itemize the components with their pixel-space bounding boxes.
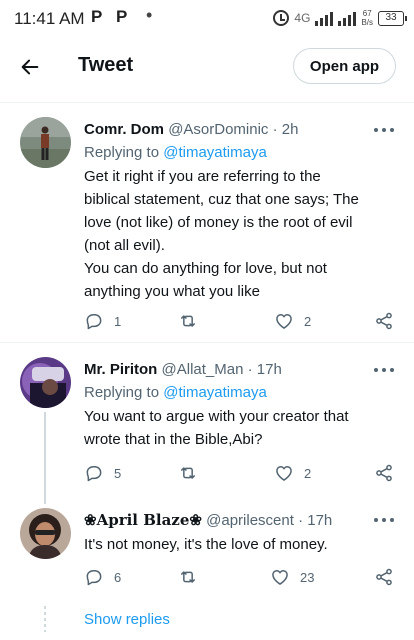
top-header: Tweet Open app bbox=[0, 36, 414, 98]
reply-tweet[interactable]: Comr. Dom @AsorDominic · 2h Replying to … bbox=[0, 117, 414, 340]
like-count: 23 bbox=[300, 569, 315, 585]
share-button[interactable] bbox=[374, 310, 394, 332]
tweet-header: ❀April Blaze❀ @aprilescent · 17h bbox=[84, 510, 332, 531]
more-options-icon[interactable] bbox=[374, 120, 394, 140]
status-indicators: 4G 67 B/s 33 bbox=[273, 6, 407, 30]
reply-count: 6 bbox=[114, 569, 122, 585]
mention-link[interactable]: @timayatimaya bbox=[163, 144, 267, 161]
status-time: 11:41 AM bbox=[14, 9, 85, 28]
like-button[interactable]: 2 bbox=[274, 310, 311, 332]
retweet-button[interactable] bbox=[178, 310, 208, 332]
tweet-text-line: love (not like) of money is the root of … bbox=[84, 214, 353, 231]
reply-icon bbox=[86, 570, 102, 586]
reply-icon bbox=[86, 314, 102, 330]
tweet-text-line: anything you what you like bbox=[84, 283, 260, 300]
reply-icon bbox=[86, 466, 102, 482]
more-options-icon[interactable] bbox=[374, 510, 394, 530]
reply-count: 1 bbox=[114, 313, 122, 329]
avatar[interactable] bbox=[20, 508, 71, 559]
replying-to: Replying to @timayatimaya bbox=[84, 383, 267, 403]
alarm-icon bbox=[273, 10, 290, 26]
avatar[interactable] bbox=[20, 117, 71, 168]
display-name[interactable]: Mr. Piriton bbox=[84, 361, 157, 378]
tweet-text-line: biblical statement, cuz that one says; T… bbox=[84, 191, 359, 208]
tweet-header: Mr. Piriton @Allat_Man · 17h bbox=[84, 360, 282, 380]
retweet-button[interactable] bbox=[178, 566, 208, 588]
timestamp[interactable]: 2h bbox=[282, 121, 299, 138]
timestamp[interactable]: 17h bbox=[257, 361, 282, 378]
tweet-text-line: It's not money, it's the love of money. bbox=[84, 536, 328, 553]
tweet-actions: 1 2 bbox=[84, 310, 394, 332]
tweet-text-line: You can do anything for love, but not bbox=[84, 260, 327, 277]
heart-icon bbox=[272, 570, 288, 585]
reply-tweet[interactable]: Mr. Piriton @Allat_Man · 17h Replying to… bbox=[0, 357, 414, 490]
retweet-icon bbox=[181, 315, 195, 327]
display-name[interactable]: Comr. Dom bbox=[84, 121, 164, 138]
divider bbox=[0, 342, 414, 343]
signal-icon bbox=[338, 10, 357, 26]
tweet-text: Get it right if you are referring to the… bbox=[84, 165, 394, 303]
back-arrow-icon[interactable] bbox=[19, 56, 41, 78]
reply-count: 5 bbox=[114, 465, 122, 481]
share-icon bbox=[376, 568, 392, 586]
username[interactable]: @AsorDominic bbox=[168, 121, 268, 138]
tweet-header: Comr. Dom @AsorDominic · 2h bbox=[84, 120, 298, 140]
avatar[interactable] bbox=[20, 357, 71, 408]
retweet-icon bbox=[181, 571, 195, 583]
page-title: Tweet bbox=[78, 54, 134, 76]
more-options-icon[interactable] bbox=[374, 360, 394, 380]
open-app-button[interactable]: Open app bbox=[293, 48, 396, 84]
network-speed: 67 B/s bbox=[361, 9, 373, 27]
username[interactable]: @aprilescent bbox=[206, 512, 294, 529]
share-icon bbox=[376, 464, 392, 482]
tweet-text-line: Get it right if you are referring to the bbox=[84, 168, 321, 185]
reply-button[interactable]: 1 bbox=[84, 310, 121, 332]
show-replies-link[interactable]: Show replies bbox=[84, 611, 170, 628]
tweet-actions: 6 23 bbox=[84, 566, 394, 588]
like-button[interactable]: 23 bbox=[270, 566, 314, 588]
replying-to-label: Replying to bbox=[84, 144, 160, 161]
thread-dots bbox=[44, 606, 46, 632]
separator: · bbox=[298, 512, 304, 529]
notification-p-icon: P bbox=[91, 7, 103, 26]
share-button[interactable] bbox=[374, 566, 394, 588]
tweet-text-line: You want to argue with your creator that bbox=[84, 408, 349, 425]
heart-icon bbox=[276, 466, 292, 481]
notification-p-icon: P bbox=[116, 7, 128, 26]
battery-icon: 33 bbox=[378, 10, 407, 26]
tweet-text: You want to argue with your creator that… bbox=[84, 405, 394, 451]
replying-to-label: Replying to bbox=[84, 384, 160, 401]
notification-dot-icon: • bbox=[146, 5, 153, 25]
reply-button[interactable]: 6 bbox=[84, 566, 121, 588]
tweet-actions: 5 2 bbox=[84, 462, 394, 484]
separator: · bbox=[247, 361, 253, 378]
reply-button[interactable]: 5 bbox=[84, 462, 121, 484]
retweet-icon bbox=[181, 467, 195, 479]
tweet-text: It's not money, it's the love of money. bbox=[84, 533, 394, 556]
display-name[interactable]: ❀April Blaze❀ bbox=[84, 511, 202, 529]
heart-icon bbox=[276, 314, 292, 329]
signal-icon bbox=[315, 10, 334, 26]
like-count: 2 bbox=[304, 465, 312, 481]
tweet-text-line: wrote that in the Bible,Abi? bbox=[84, 431, 263, 448]
like-button[interactable]: 2 bbox=[274, 462, 311, 484]
divider bbox=[0, 102, 414, 103]
tweet-text-line: (not all evil). bbox=[84, 237, 165, 254]
username[interactable]: @Allat_Man bbox=[162, 361, 244, 378]
network-speed-value: 67 bbox=[362, 9, 372, 18]
reply-tweet[interactable]: ❀April Blaze❀ @aprilescent · 17h It's no… bbox=[0, 508, 414, 600]
like-count: 2 bbox=[304, 313, 312, 329]
retweet-button[interactable] bbox=[178, 462, 208, 484]
timestamp[interactable]: 17h bbox=[307, 512, 332, 529]
separator: · bbox=[272, 121, 278, 138]
share-icon bbox=[376, 312, 392, 330]
share-button[interactable] bbox=[374, 462, 394, 484]
status-bar: 11:41 AM P P • 4G 67 B/s 33 bbox=[0, 0, 414, 36]
mention-link[interactable]: @timayatimaya bbox=[163, 384, 267, 401]
replying-to: Replying to @timayatimaya bbox=[84, 143, 267, 163]
network-type: 4G bbox=[294, 11, 311, 25]
network-speed-unit: B/s bbox=[361, 18, 373, 27]
